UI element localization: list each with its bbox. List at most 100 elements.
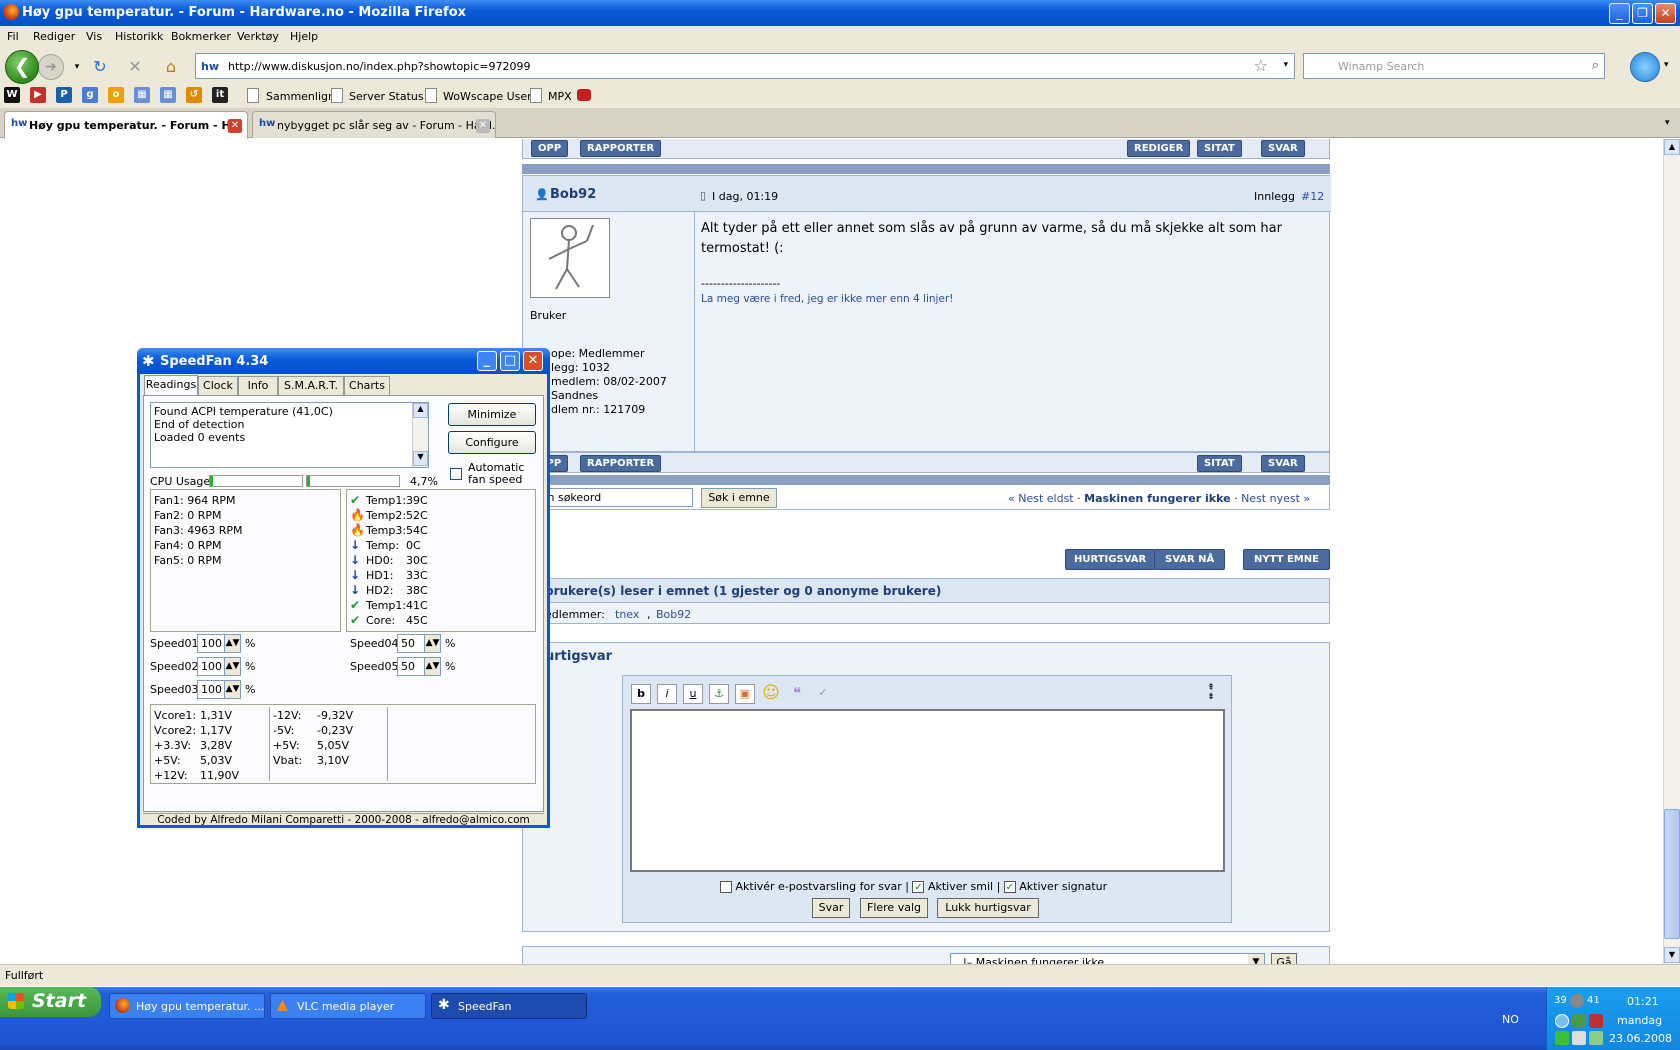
- sf-tab-smart[interactable]: S.M.A.R.T.: [278, 376, 344, 396]
- task-firefox[interactable]: Høy gpu temperatur. ...: [109, 993, 265, 1019]
- spinner-icon[interactable]: ▲▼: [224, 681, 240, 698]
- youtube-bookmark-icon[interactable]: ▶: [30, 87, 46, 103]
- tray-app-icon[interactable]: [1589, 1031, 1603, 1045]
- email-notify-checkbox[interactable]: [720, 881, 732, 893]
- scroll-up-icon[interactable]: ▲: [1664, 139, 1680, 155]
- italic-button[interactable]: i: [657, 684, 677, 704]
- menu-verktoy[interactable]: Verktøy: [237, 30, 279, 43]
- image-icon[interactable]: ▣: [735, 684, 755, 704]
- home-icon[interactable]: ⌂: [160, 56, 182, 78]
- svar-na-button[interactable]: SVAR NÅ: [1154, 549, 1226, 570]
- underline-button[interactable]: u: [683, 684, 703, 704]
- speed05-input[interactable]: 50 ▲▼: [397, 657, 441, 676]
- reply-textarea[interactable]: [630, 709, 1225, 872]
- task-speedfan[interactable]: ✱ SpeedFan: [431, 993, 587, 1019]
- skype-icon[interactable]: [1630, 52, 1660, 82]
- search-topic-button[interactable]: Søk i emne: [701, 488, 777, 508]
- swirl-bookmark-icon[interactable]: ↺: [186, 87, 202, 103]
- opp-button[interactable]: OPP: [531, 140, 569, 157]
- close-window-button[interactable]: ✕: [1655, 3, 1676, 24]
- sf-tab-clock[interactable]: Clock: [198, 376, 238, 396]
- back-button[interactable]: ❮: [5, 50, 39, 84]
- bookmark-mpx[interactable]: MPX: [548, 90, 572, 103]
- maximize-window-button[interactable]: ❐: [1632, 3, 1653, 24]
- close-tab-icon[interactable]: ✕: [476, 119, 490, 133]
- page-scrollbar[interactable]: ▲ ▼: [1663, 139, 1680, 964]
- sf-tab-info[interactable]: Info: [238, 376, 278, 396]
- sf-minimize-button[interactable]: _: [477, 351, 497, 371]
- tab-list-icon[interactable]: ▾: [1665, 118, 1670, 128]
- speed04-input[interactable]: 50 ▲▼: [397, 634, 441, 653]
- sf-minimize-action-button[interactable]: Minimize: [448, 403, 536, 426]
- sf-tab-charts[interactable]: Charts: [344, 376, 390, 396]
- tab-nybygget-pc[interactable]: hw nybygget pc slår seg av - Forum - Har…: [252, 111, 496, 138]
- lukk-hurtigsvar-button[interactable]: Lukk hurtigsvar: [937, 898, 1039, 918]
- spellcheck-icon[interactable]: ✓: [813, 684, 833, 704]
- go-button[interactable]: Gå: [1271, 953, 1297, 964]
- g-bookmark-icon[interactable]: g: [82, 87, 98, 103]
- svar-button[interactable]: SVAR: [1261, 140, 1305, 157]
- task-vlc[interactable]: ▲ VLC media player: [270, 993, 426, 1019]
- bookmark-server-status[interactable]: Server Status: [349, 90, 424, 103]
- speed01-input[interactable]: 100 ▲▼: [197, 634, 241, 653]
- bookmark-star-icon[interactable]: ☆: [1254, 56, 1268, 75]
- post-author[interactable]: Bob92: [550, 187, 596, 202]
- scroll-up-icon[interactable]: ▲: [413, 403, 428, 418]
- auto-fan-checkbox[interactable]: [450, 468, 462, 480]
- history-dropdown-icon[interactable]: ▾: [66, 56, 88, 78]
- spinner-icon[interactable]: ▲▼: [424, 658, 440, 675]
- sitat-button[interactable]: SITAT: [1197, 140, 1242, 157]
- o-bookmark-icon[interactable]: o: [108, 87, 124, 103]
- page-bookmark-icon[interactable]: ▦: [134, 87, 150, 103]
- spinner-icon[interactable]: ▲▼: [224, 635, 240, 652]
- rapporter-button[interactable]: RAPPORTER: [580, 455, 662, 472]
- gamepad-bookmark-icon[interactable]: [577, 89, 591, 101]
- member-link[interactable]: Bob92: [656, 608, 691, 621]
- smiley-icon[interactable]: ☺: [761, 684, 781, 704]
- quote-icon[interactable]: ❝: [787, 684, 807, 704]
- flere-valg-button[interactable]: Flere valg: [860, 898, 928, 918]
- tray-status-icon[interactable]: [1555, 1031, 1569, 1045]
- link-icon[interactable]: ⚓: [709, 684, 729, 704]
- next-topic-link[interactable]: Nest nyest »: [1241, 492, 1310, 505]
- search-input[interactable]: Winamp Search ⌕: [1303, 53, 1605, 79]
- speed03-input[interactable]: 100 ▲▼: [197, 680, 241, 699]
- signature-checkbox[interactable]: ✓: [1003, 881, 1016, 893]
- menu-historikk[interactable]: Historikk: [115, 30, 163, 43]
- start-button[interactable]: Start: [0, 987, 101, 1017]
- language-indicator[interactable]: NO: [1502, 1013, 1519, 1026]
- tray-disk-icon[interactable]: [1570, 994, 1584, 1008]
- minimize-window-button[interactable]: _: [1609, 3, 1630, 24]
- w-bookmark-icon[interactable]: W: [4, 87, 20, 103]
- page2-bookmark-icon[interactable]: ▦: [160, 87, 176, 103]
- search-icon[interactable]: ⌕: [1592, 58, 1599, 73]
- tray-network-icon[interactable]: [1572, 1031, 1586, 1045]
- hurtigsvar-button[interactable]: HURTIGSVAR: [1065, 549, 1156, 570]
- menu-fil[interactable]: Fil: [7, 30, 19, 43]
- url-bar[interactable]: hw http://www.diskusjon.no/index.php?sho…: [195, 53, 1295, 79]
- tray-users-icon[interactable]: [1572, 1014, 1586, 1028]
- forward-button[interactable]: ➜: [38, 54, 64, 80]
- it-bookmark-icon[interactable]: it: [212, 87, 228, 103]
- menu-rediger[interactable]: Rediger: [33, 30, 75, 43]
- log-scrollbar[interactable]: ▲ ▼: [412, 403, 428, 467]
- rapporter-button[interactable]: RAPPORTER: [580, 140, 662, 157]
- svar-submit-button[interactable]: Svar: [812, 898, 850, 918]
- sf-tab-readings[interactable]: Readings: [144, 375, 198, 396]
- nytt-emne-button[interactable]: NYTT EMNE: [1243, 549, 1330, 570]
- bold-button[interactable]: b: [631, 684, 651, 704]
- scroll-down-icon[interactable]: ▼: [1664, 947, 1680, 963]
- tray-shield-icon[interactable]: [1589, 1014, 1603, 1028]
- skype-dropdown-icon[interactable]: ▾: [1664, 60, 1669, 70]
- prev-topic-link[interactable]: « Nest eldst: [1008, 492, 1074, 505]
- sf-maximize-button[interactable]: □: [500, 351, 520, 371]
- sf-configure-button[interactable]: Configure: [448, 431, 536, 454]
- scroll-down-icon[interactable]: ▼: [413, 451, 428, 466]
- forum-jump-select[interactable]: |– Maskinen fungerer ikke ▼: [950, 953, 1265, 964]
- clock-time[interactable]: 01:21: [1627, 995, 1659, 1008]
- stop-icon[interactable]: ✕: [124, 56, 146, 78]
- spinner-icon[interactable]: ▲▼: [224, 658, 240, 675]
- post-number-link[interactable]: #12: [1301, 190, 1324, 203]
- url-dropdown-icon[interactable]: ▾: [1283, 60, 1288, 70]
- tray-back-icon[interactable]: [1555, 1014, 1569, 1028]
